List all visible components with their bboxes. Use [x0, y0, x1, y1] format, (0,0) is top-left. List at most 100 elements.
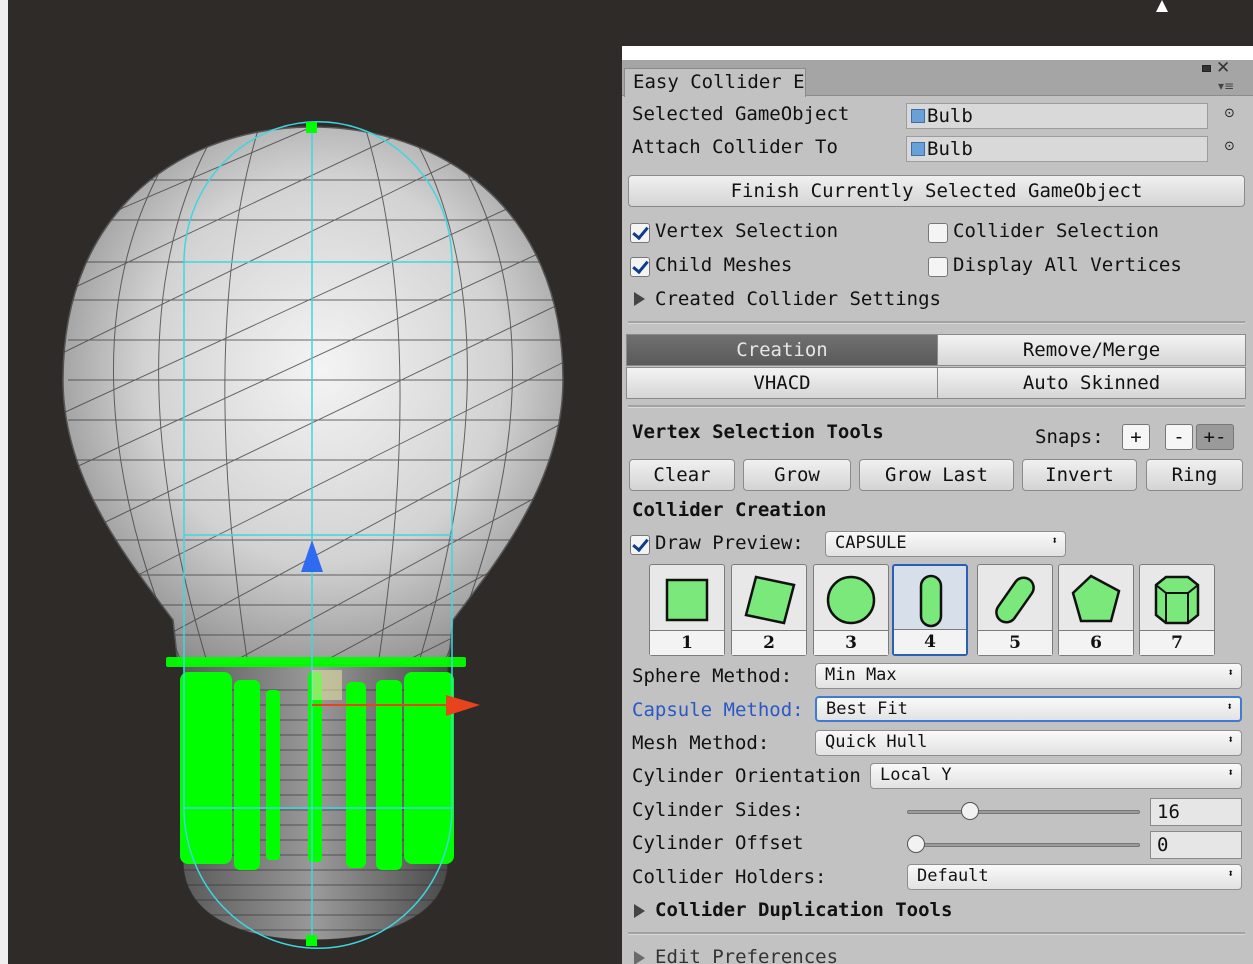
- dropdown-arrow-icon: ⬍: [1051, 534, 1058, 547]
- window-menu-icon[interactable]: ▾≡: [1218, 79, 1234, 93]
- box-collider-button[interactable]: 1: [649, 564, 725, 656]
- object-picker-icon[interactable]: ⊙: [1224, 139, 1235, 154]
- dropdown-arrow-icon: ⬍: [1227, 733, 1234, 746]
- cylinder-orientation-value: Local Y: [880, 765, 952, 785]
- collider-holders-label: Collider Holders:: [632, 866, 827, 888]
- collider-selection-checkbox[interactable]: [928, 223, 948, 243]
- capsule-method-value: Best Fit: [826, 699, 908, 719]
- scene-viewport[interactable]: [8, 0, 622, 964]
- attach-collider-label: Attach Collider To: [632, 136, 838, 158]
- cylinder-sides-slider-handle[interactable]: [960, 802, 979, 820]
- cylinder-offset-slider-handle[interactable]: [907, 835, 925, 853]
- tab-vhacd[interactable]: VHACD: [626, 367, 938, 399]
- cylinder-offset-slider[interactable]: [907, 843, 1140, 847]
- shape-number-label: 2: [732, 630, 806, 655]
- tab-creation[interactable]: Creation: [626, 334, 938, 366]
- collider-duplication-tools-foldout[interactable]: Collider Duplication Tools: [655, 899, 952, 921]
- separator: [628, 321, 1245, 324]
- grow-last-button[interactable]: Grow Last: [859, 459, 1014, 491]
- mesh-method-value: Quick Hull: [825, 732, 928, 752]
- sphere-collider-button[interactable]: 3: [813, 564, 889, 656]
- vertex-selection-checkbox[interactable]: [630, 223, 650, 243]
- vertex-selection-label: Vertex Selection: [655, 220, 839, 242]
- shape-number-label: 7: [1140, 630, 1214, 655]
- foldout-collapsed-icon[interactable]: [634, 951, 645, 964]
- finish-gameobject-button[interactable]: Finish Currently Selected GameObject: [628, 175, 1245, 207]
- dropdown-arrow-icon: ⬍: [1226, 700, 1233, 713]
- child-meshes-label: Child Meshes: [655, 254, 793, 276]
- cylinder-collider-icon: [1154, 575, 1200, 625]
- display-all-vertices-label: Display All Vertices: [953, 254, 1182, 276]
- shape-number-label: 3: [814, 630, 888, 655]
- cylinder-orientation-dropdown[interactable]: Local Y ⬍: [870, 763, 1242, 789]
- mesh-method-dropdown[interactable]: Quick Hull ⬍: [815, 730, 1242, 756]
- cylinder-offset-input[interactable]: 0: [1150, 831, 1242, 859]
- separator: [628, 405, 1245, 408]
- snap-add-button[interactable]: +: [1122, 424, 1150, 450]
- foldout-collapsed-icon[interactable]: [634, 292, 645, 306]
- window-tab-bar: Easy Collider E ✕ ▾≡: [622, 58, 1253, 97]
- shape-number-label: 4: [894, 629, 966, 654]
- shape-number-label: 1: [650, 630, 724, 655]
- collider-selection-label: Collider Selection: [953, 220, 1159, 242]
- preview-type-value: CAPSULE: [835, 533, 907, 553]
- child-meshes-checkbox[interactable]: [630, 257, 650, 277]
- sphere-collider-icon: [826, 575, 876, 625]
- rotated-box-collider-icon: [744, 575, 796, 625]
- rotated-capsule-collider-icon: [995, 576, 1035, 624]
- sphere-method-dropdown[interactable]: Min Max ⬍: [815, 663, 1242, 689]
- cylinder-offset-label: Cylinder Offset: [632, 832, 804, 854]
- bulb-mesh-render: [62, 121, 564, 949]
- rotated-capsule-collider-button[interactable]: 5: [977, 564, 1053, 656]
- maximize-icon[interactable]: [1202, 65, 1211, 72]
- display-all-vertices-checkbox[interactable]: [928, 257, 948, 277]
- draw-preview-label: Draw Preview:: [655, 532, 804, 554]
- cylinder-orientation-label: Cylinder Orientation: [632, 765, 861, 787]
- cylinder-sides-slider[interactable]: [907, 810, 1140, 814]
- panel-top-strip: [622, 46, 1253, 60]
- cylinder-sides-input[interactable]: 16: [1150, 798, 1242, 826]
- shape-number-label: 5: [978, 630, 1052, 655]
- foldout-collapsed-icon[interactable]: [634, 904, 645, 918]
- snap-toggle-button[interactable]: +-: [1196, 424, 1234, 450]
- cylinder-sides-label: Cylinder Sides:: [632, 799, 804, 821]
- selected-gameobject-label: Selected GameObject: [632, 103, 850, 125]
- separator: [628, 932, 1245, 935]
- dropdown-arrow-icon: ⬍: [1227, 666, 1234, 679]
- dropdown-arrow-icon: ⬍: [1227, 766, 1234, 779]
- draw-preview-checkbox[interactable]: [630, 535, 650, 555]
- clear-button[interactable]: Clear: [629, 459, 735, 491]
- attach-collider-field[interactable]: Bulb: [906, 136, 1208, 162]
- capsule-collider-button[interactable]: 4: [892, 564, 968, 656]
- dropdown-arrow-icon: ⬍: [1227, 867, 1234, 880]
- tab-easy-collider-editor[interactable]: Easy Collider E: [624, 68, 806, 97]
- gameobject-cube-icon: [911, 142, 925, 156]
- edit-preferences-foldout[interactable]: Edit Preferences: [655, 946, 838, 964]
- ring-button[interactable]: Ring: [1146, 459, 1243, 491]
- capsule-method-dropdown[interactable]: Best Fit ⬍: [815, 696, 1242, 722]
- convex-mesh-collider-button[interactable]: 6: [1058, 564, 1134, 656]
- object-picker-icon[interactable]: ⊙: [1224, 106, 1235, 121]
- collider-creation-heading: Collider Creation: [632, 499, 827, 521]
- cylinder-collider-button[interactable]: 7: [1139, 564, 1215, 656]
- tab-remove-merge[interactable]: Remove/Merge: [937, 334, 1246, 366]
- snaps-label: Snaps:: [1035, 426, 1104, 448]
- selected-gameobject-value: Bulb: [927, 105, 973, 127]
- grow-button[interactable]: Grow: [743, 459, 851, 491]
- sphere-method-value: Min Max: [825, 665, 897, 685]
- close-icon[interactable]: ✕: [1216, 58, 1230, 78]
- capsule-collider-icon: [919, 574, 943, 628]
- rotated-box-collider-button[interactable]: 2: [731, 564, 807, 656]
- box-collider-icon: [665, 578, 709, 622]
- collider-holders-value: Default: [917, 866, 989, 886]
- gameobject-cube-icon: [911, 109, 925, 123]
- invert-button[interactable]: Invert: [1022, 459, 1137, 491]
- collider-holders-dropdown[interactable]: Default ⬍: [907, 864, 1242, 890]
- left-window-border: [0, 0, 8, 964]
- sphere-method-label: Sphere Method:: [632, 665, 793, 687]
- preview-type-dropdown[interactable]: CAPSULE ⬍: [825, 531, 1066, 557]
- tab-auto-skinned[interactable]: Auto Skinned: [937, 367, 1246, 399]
- snap-remove-button[interactable]: -: [1165, 424, 1193, 450]
- created-collider-settings-foldout[interactable]: Created Collider Settings: [655, 288, 941, 310]
- selected-gameobject-field[interactable]: Bulb: [906, 103, 1208, 129]
